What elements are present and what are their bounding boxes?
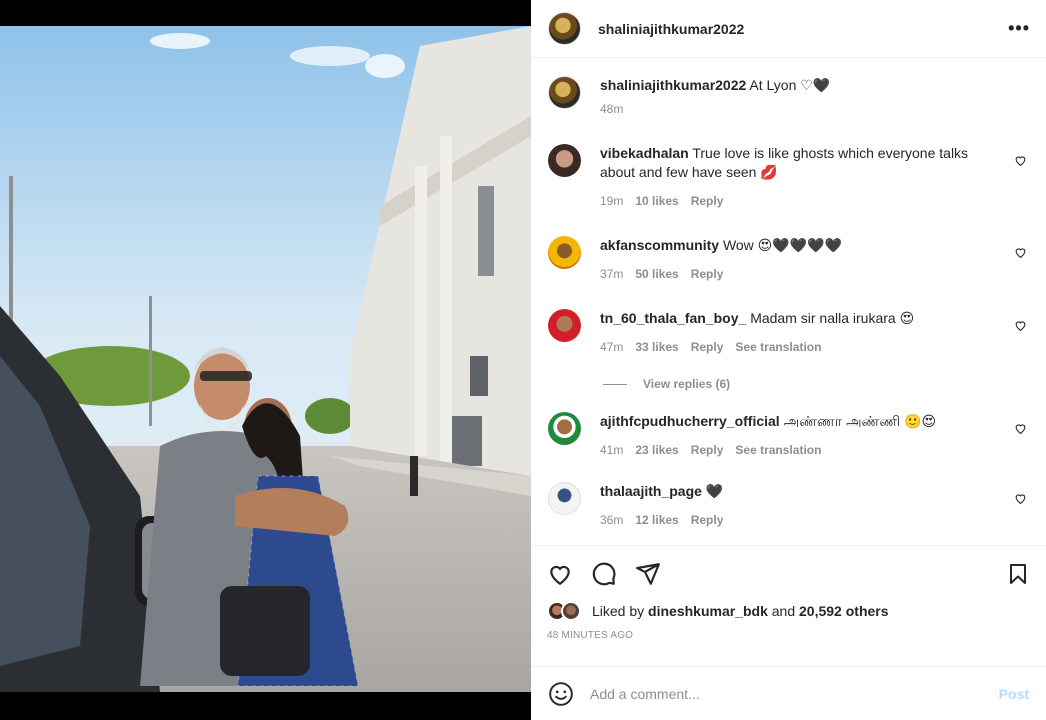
comment-likes[interactable]: 12 likes bbox=[635, 511, 678, 530]
avatar[interactable] bbox=[548, 76, 581, 109]
comment-item: thalaajith_page 🖤 36m 12 likes Reply bbox=[548, 482, 1030, 530]
add-comment-bar: Post bbox=[531, 666, 1046, 720]
see-translation-link[interactable]: See translation bbox=[735, 338, 821, 357]
comment-text: 🖤 bbox=[705, 483, 724, 499]
reply-button[interactable]: Reply bbox=[691, 338, 724, 357]
comment-text: அண்ணா அண்ணி 🙂😍 bbox=[783, 413, 937, 429]
divider bbox=[603, 383, 627, 385]
post-photo[interactable] bbox=[0, 26, 531, 692]
comment-likes[interactable]: 50 likes bbox=[635, 265, 678, 284]
share-icon[interactable] bbox=[635, 561, 661, 587]
likes-summary: Liked by dineshkumar_bdk and 20,592 othe… bbox=[547, 601, 1030, 621]
avatar[interactable] bbox=[548, 236, 581, 269]
comment-likes[interactable]: 23 likes bbox=[635, 441, 678, 460]
comment-text: Madam sir nalla irukara 😍 bbox=[750, 310, 915, 326]
comment-likes[interactable]: 33 likes bbox=[635, 338, 678, 357]
caption-username[interactable]: shaliniajithkumar2022 bbox=[600, 77, 746, 93]
more-horizontal-icon[interactable]: ••• bbox=[1008, 18, 1030, 39]
liked-by-others[interactable]: 20,592 others bbox=[799, 603, 889, 619]
heart-icon[interactable] bbox=[547, 561, 573, 587]
comment-username[interactable]: ajithfcpudhucherry_official bbox=[600, 413, 780, 429]
heart-icon[interactable] bbox=[1014, 319, 1027, 332]
avatar[interactable] bbox=[548, 12, 581, 45]
comment-item: vibekadhalan True love is like ghosts wh… bbox=[548, 144, 1030, 211]
comment-item: ajithfcpudhucherry_official அண்ணா அண்ணி … bbox=[548, 412, 1030, 460]
comment-text: Wow 😍🖤🖤🖤🖤 bbox=[722, 237, 843, 253]
post-comment-button[interactable]: Post bbox=[999, 686, 1029, 702]
comment-username[interactable]: akfanscommunity bbox=[600, 237, 719, 253]
reply-button[interactable]: Reply bbox=[691, 511, 724, 530]
post-actions: Liked by dineshkumar_bdk and 20,592 othe… bbox=[531, 545, 1046, 641]
caption-text: At Lyon ♡🖤 bbox=[749, 77, 831, 93]
see-translation-link[interactable]: See translation bbox=[735, 441, 821, 460]
comment-item: tn_60_thala_fan_boy_ Madam sir nalla iru… bbox=[548, 309, 1030, 357]
avatar bbox=[561, 601, 581, 621]
heart-icon[interactable] bbox=[1014, 422, 1027, 435]
comment-time[interactable]: 47m bbox=[600, 338, 623, 357]
avatar[interactable] bbox=[548, 144, 581, 177]
avatar[interactable] bbox=[548, 482, 581, 515]
heart-icon[interactable] bbox=[1014, 246, 1027, 259]
heart-icon[interactable] bbox=[1014, 154, 1027, 167]
view-replies-label: View replies (6) bbox=[643, 377, 731, 391]
liked-by-avatars[interactable] bbox=[547, 601, 587, 621]
liked-by-prefix: Liked by bbox=[592, 603, 645, 619]
comment-likes[interactable]: 10 likes bbox=[635, 192, 678, 211]
comment-time[interactable]: 36m bbox=[600, 511, 623, 530]
post-header: shaliniajithkumar2022 ••• bbox=[531, 0, 1046, 58]
view-replies-button[interactable]: View replies (6) bbox=[603, 377, 1030, 391]
comment-input[interactable] bbox=[590, 685, 999, 702]
comment-item: akfanscommunity Wow 😍🖤🖤🖤🖤 37m 50 likes R… bbox=[548, 236, 1030, 284]
post-caption: shaliniajithkumar2022 At Lyon ♡🖤 48m bbox=[548, 76, 1030, 119]
reply-button[interactable]: Reply bbox=[691, 441, 724, 460]
comments-list[interactable]: shaliniajithkumar2022 At Lyon ♡🖤 48m vib… bbox=[531, 59, 1046, 545]
liked-by-user[interactable]: dineshkumar_bdk bbox=[648, 603, 768, 619]
comment-username[interactable]: tn_60_thala_fan_boy_ bbox=[600, 310, 746, 326]
comment-time[interactable]: 41m bbox=[600, 441, 623, 460]
post-username[interactable]: shaliniajithkumar2022 bbox=[598, 21, 744, 37]
caption-time[interactable]: 48m bbox=[600, 100, 623, 119]
heart-icon[interactable] bbox=[1014, 492, 1027, 505]
comment-icon[interactable] bbox=[591, 561, 617, 587]
comment-username[interactable]: thalaajith_page bbox=[600, 483, 702, 499]
emoji-icon[interactable] bbox=[548, 681, 574, 707]
post-side-panel: shaliniajithkumar2022 ••• shaliniajithku… bbox=[531, 0, 1046, 720]
comment-time[interactable]: 37m bbox=[600, 265, 623, 284]
avatar[interactable] bbox=[548, 309, 581, 342]
reply-button[interactable]: Reply bbox=[691, 192, 724, 211]
comment-time[interactable]: 19m bbox=[600, 192, 623, 211]
photo-pane bbox=[0, 0, 531, 720]
avatar[interactable] bbox=[548, 412, 581, 445]
reply-button[interactable]: Reply bbox=[691, 265, 724, 284]
posted-time[interactable]: 48 MINUTES AGO bbox=[547, 630, 1030, 641]
liked-by-and: and bbox=[771, 603, 796, 619]
comment-username[interactable]: vibekadhalan bbox=[600, 145, 689, 161]
bookmark-icon[interactable] bbox=[1006, 562, 1030, 586]
